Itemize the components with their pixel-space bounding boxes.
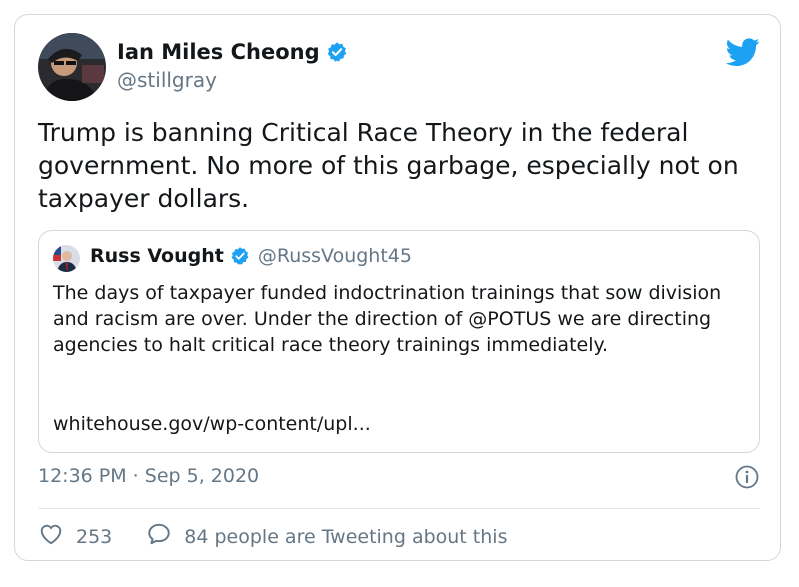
twitter-bird-icon[interactable] <box>725 35 760 69</box>
like-action[interactable]: 253 <box>38 521 112 552</box>
tweeting-about-label[interactable]: 84 people are Tweeting about this <box>184 526 507 548</box>
verified-badge-icon <box>326 41 348 63</box>
tweeting-about-action[interactable]: 84 people are Tweeting about this <box>146 521 507 552</box>
info-icon[interactable] <box>735 465 759 489</box>
quoted-tweet-text: The days of taxpayer funded indoctrinati… <box>53 282 722 356</box>
quoted-handle[interactable]: @RussVought45 <box>258 245 412 267</box>
tweet-card[interactable]: Ian Miles Cheong @stillgray Trump is ban… <box>14 14 781 561</box>
quoted-display-name[interactable]: Russ Vought <box>90 245 224 267</box>
quoted-name-row[interactable]: Russ Vought @RussVought45 <box>90 245 412 267</box>
divider <box>38 508 760 509</box>
tweet-actions: 253 84 people are Tweeting about this <box>38 521 507 552</box>
quoted-tweet[interactable]: Russ Vought @RussVought45 The days of ta… <box>38 230 760 453</box>
tweet-text: Trump is banning Critical Race Theory in… <box>38 118 739 213</box>
speech-bubble-icon[interactable] <box>146 521 172 552</box>
quoted-author-avatar[interactable] <box>53 245 80 272</box>
author-name-row[interactable]: Ian Miles Cheong <box>117 40 348 64</box>
tweet-timestamp[interactable]: 12:36 PM · Sep 5, 2020 <box>38 465 259 487</box>
quoted-tweet-link[interactable]: whitehouse.gov/wp-content/upl... <box>53 413 371 435</box>
author-avatar[interactable] <box>38 33 106 101</box>
author-display-name[interactable]: Ian Miles Cheong <box>117 40 320 64</box>
verified-badge-icon <box>230 246 250 266</box>
heart-icon[interactable] <box>38 521 64 552</box>
author-handle[interactable]: @stillgray <box>117 68 217 92</box>
like-count[interactable]: 253 <box>76 526 112 548</box>
